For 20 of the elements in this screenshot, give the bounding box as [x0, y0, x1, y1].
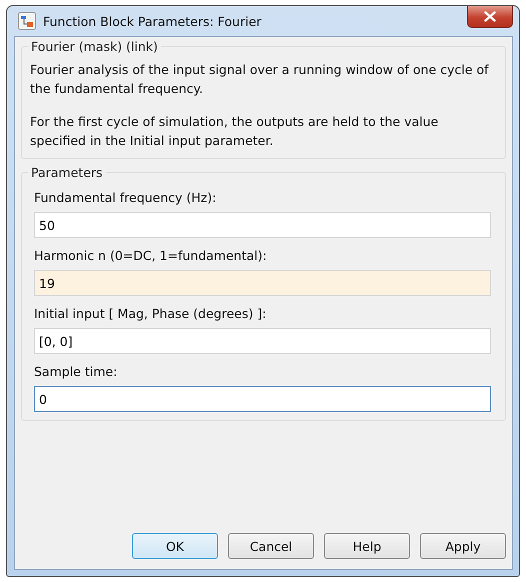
- input-field[interactable]: 0: [34, 386, 491, 412]
- input-field[interactable]: [0, 0]: [34, 328, 491, 354]
- close-icon: [484, 11, 496, 22]
- dialog-button[interactable]: Help: [324, 533, 410, 559]
- dialog-button[interactable]: OK: [132, 533, 218, 559]
- input-field[interactable]: 19: [34, 270, 491, 296]
- close-button[interactable]: [467, 6, 513, 28]
- description-text: For the first cycle of simulation, the outputs are held to the value specified in the Initial input parameter.: [30, 113, 440, 150]
- group-title: Parameters: [30, 165, 104, 180]
- block-icon: [18, 12, 36, 30]
- field-label: Fundamental frequency (Hz):: [34, 190, 218, 205]
- window-title: Function Block Parameters: Fourier: [43, 14, 262, 28]
- group-title: Fourier (mask) (link): [30, 39, 159, 54]
- field-label: Initial input [ Mag, Phase (degrees) ]:: [34, 306, 268, 321]
- description-text: Fourier analysis of the input signal over a running window of one cycle of the fundamental frequency.: [30, 61, 490, 98]
- field-label: Sample time:: [34, 364, 118, 379]
- dialog-button[interactable]: Apply: [420, 533, 506, 559]
- field-label: Harmonic n (0=DC, 1=fundamental):: [34, 248, 268, 263]
- dialog-button[interactable]: Cancel: [228, 533, 314, 559]
- input-field[interactable]: 50: [34, 212, 491, 238]
